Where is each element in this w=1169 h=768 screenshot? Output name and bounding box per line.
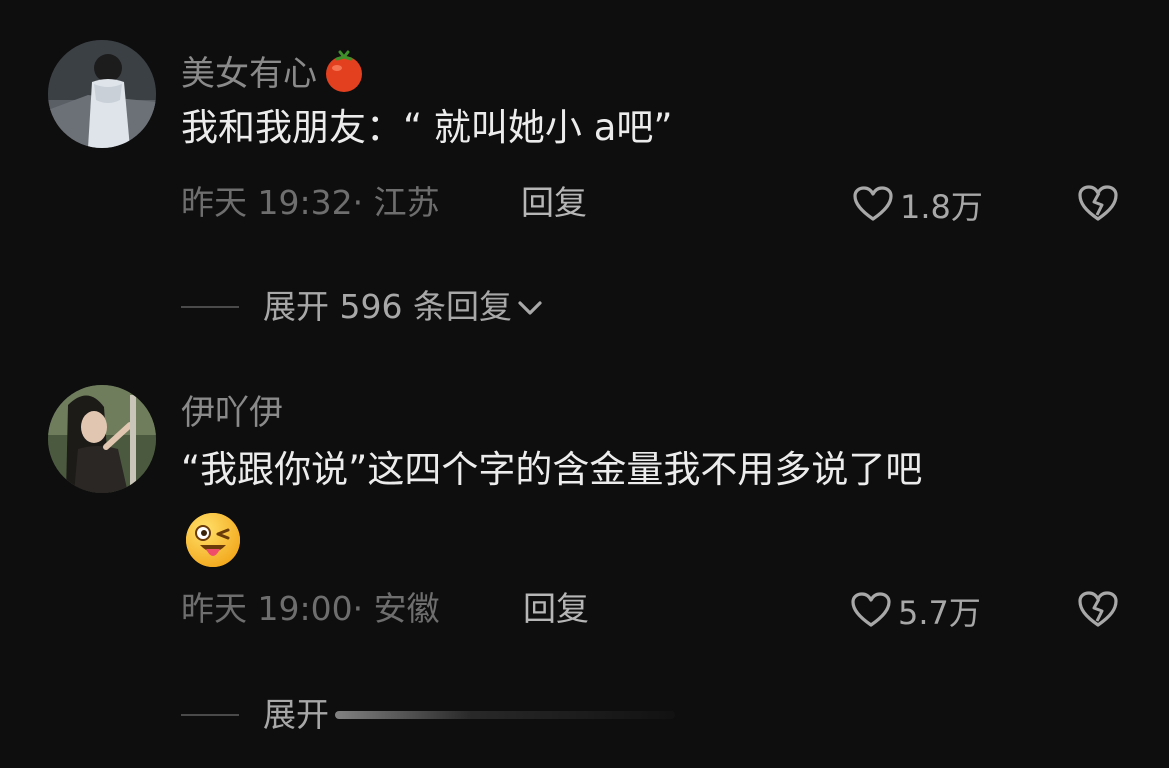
reply-button[interactable]: 回复	[521, 186, 587, 219]
tomato-icon	[321, 48, 367, 100]
expand-replies-button[interactable]: 展开	[181, 698, 675, 731]
chevron-down-icon	[516, 290, 544, 323]
reply-button[interactable]: 回复	[523, 592, 589, 625]
comment-text: 我和我朋友：“ 就叫她小 a吧”	[181, 106, 673, 149]
username[interactable]: 美女有心	[181, 48, 367, 100]
expand-label: 展开	[263, 695, 329, 734]
comment-text: “我跟你说”这四个字的含金量我不用多说了吧	[181, 448, 1109, 491]
like-button[interactable]: 5.7万	[850, 591, 981, 634]
expand-label: 展开 596 条回复	[263, 287, 512, 326]
dislike-button[interactable]	[1077, 183, 1119, 223]
loading-fade	[335, 710, 675, 719]
like-count: 1.8万	[900, 187, 983, 226]
comment-meta: 昨天 19:32· 江苏	[181, 183, 440, 222]
winking-tongue-emoji	[184, 511, 242, 569]
like-button[interactable]: 1.8万	[852, 185, 983, 228]
expand-replies-button[interactable]: 展开 596 条回复	[181, 290, 544, 323]
comment-item: 伊吖伊 “我跟你说”这四个字的含金量我不用多说了吧 昨天 19:00· 安徽 回…	[0, 370, 1169, 768]
divider	[181, 713, 239, 716]
avatar[interactable]	[48, 385, 156, 493]
comment-meta: 昨天 19:00· 安徽	[181, 589, 440, 628]
broken-heart-icon	[1077, 185, 1119, 227]
like-count: 5.7万	[898, 593, 981, 632]
heart-outline-icon	[850, 591, 892, 634]
username[interactable]: 伊吖伊	[181, 396, 283, 430]
avatar[interactable]	[48, 40, 156, 148]
comment-item: 美女有心 我和我朋友：“ 就叫她小 a吧” 昨天 19:32· 江苏 回复 1.…	[0, 0, 1169, 340]
heart-outline-icon	[852, 185, 894, 228]
comment-text-body: “我跟你说”这四个字的含金量我不用多说了吧	[181, 448, 923, 491]
divider	[181, 305, 239, 308]
dislike-button[interactable]	[1077, 589, 1119, 629]
broken-heart-icon	[1077, 591, 1119, 633]
